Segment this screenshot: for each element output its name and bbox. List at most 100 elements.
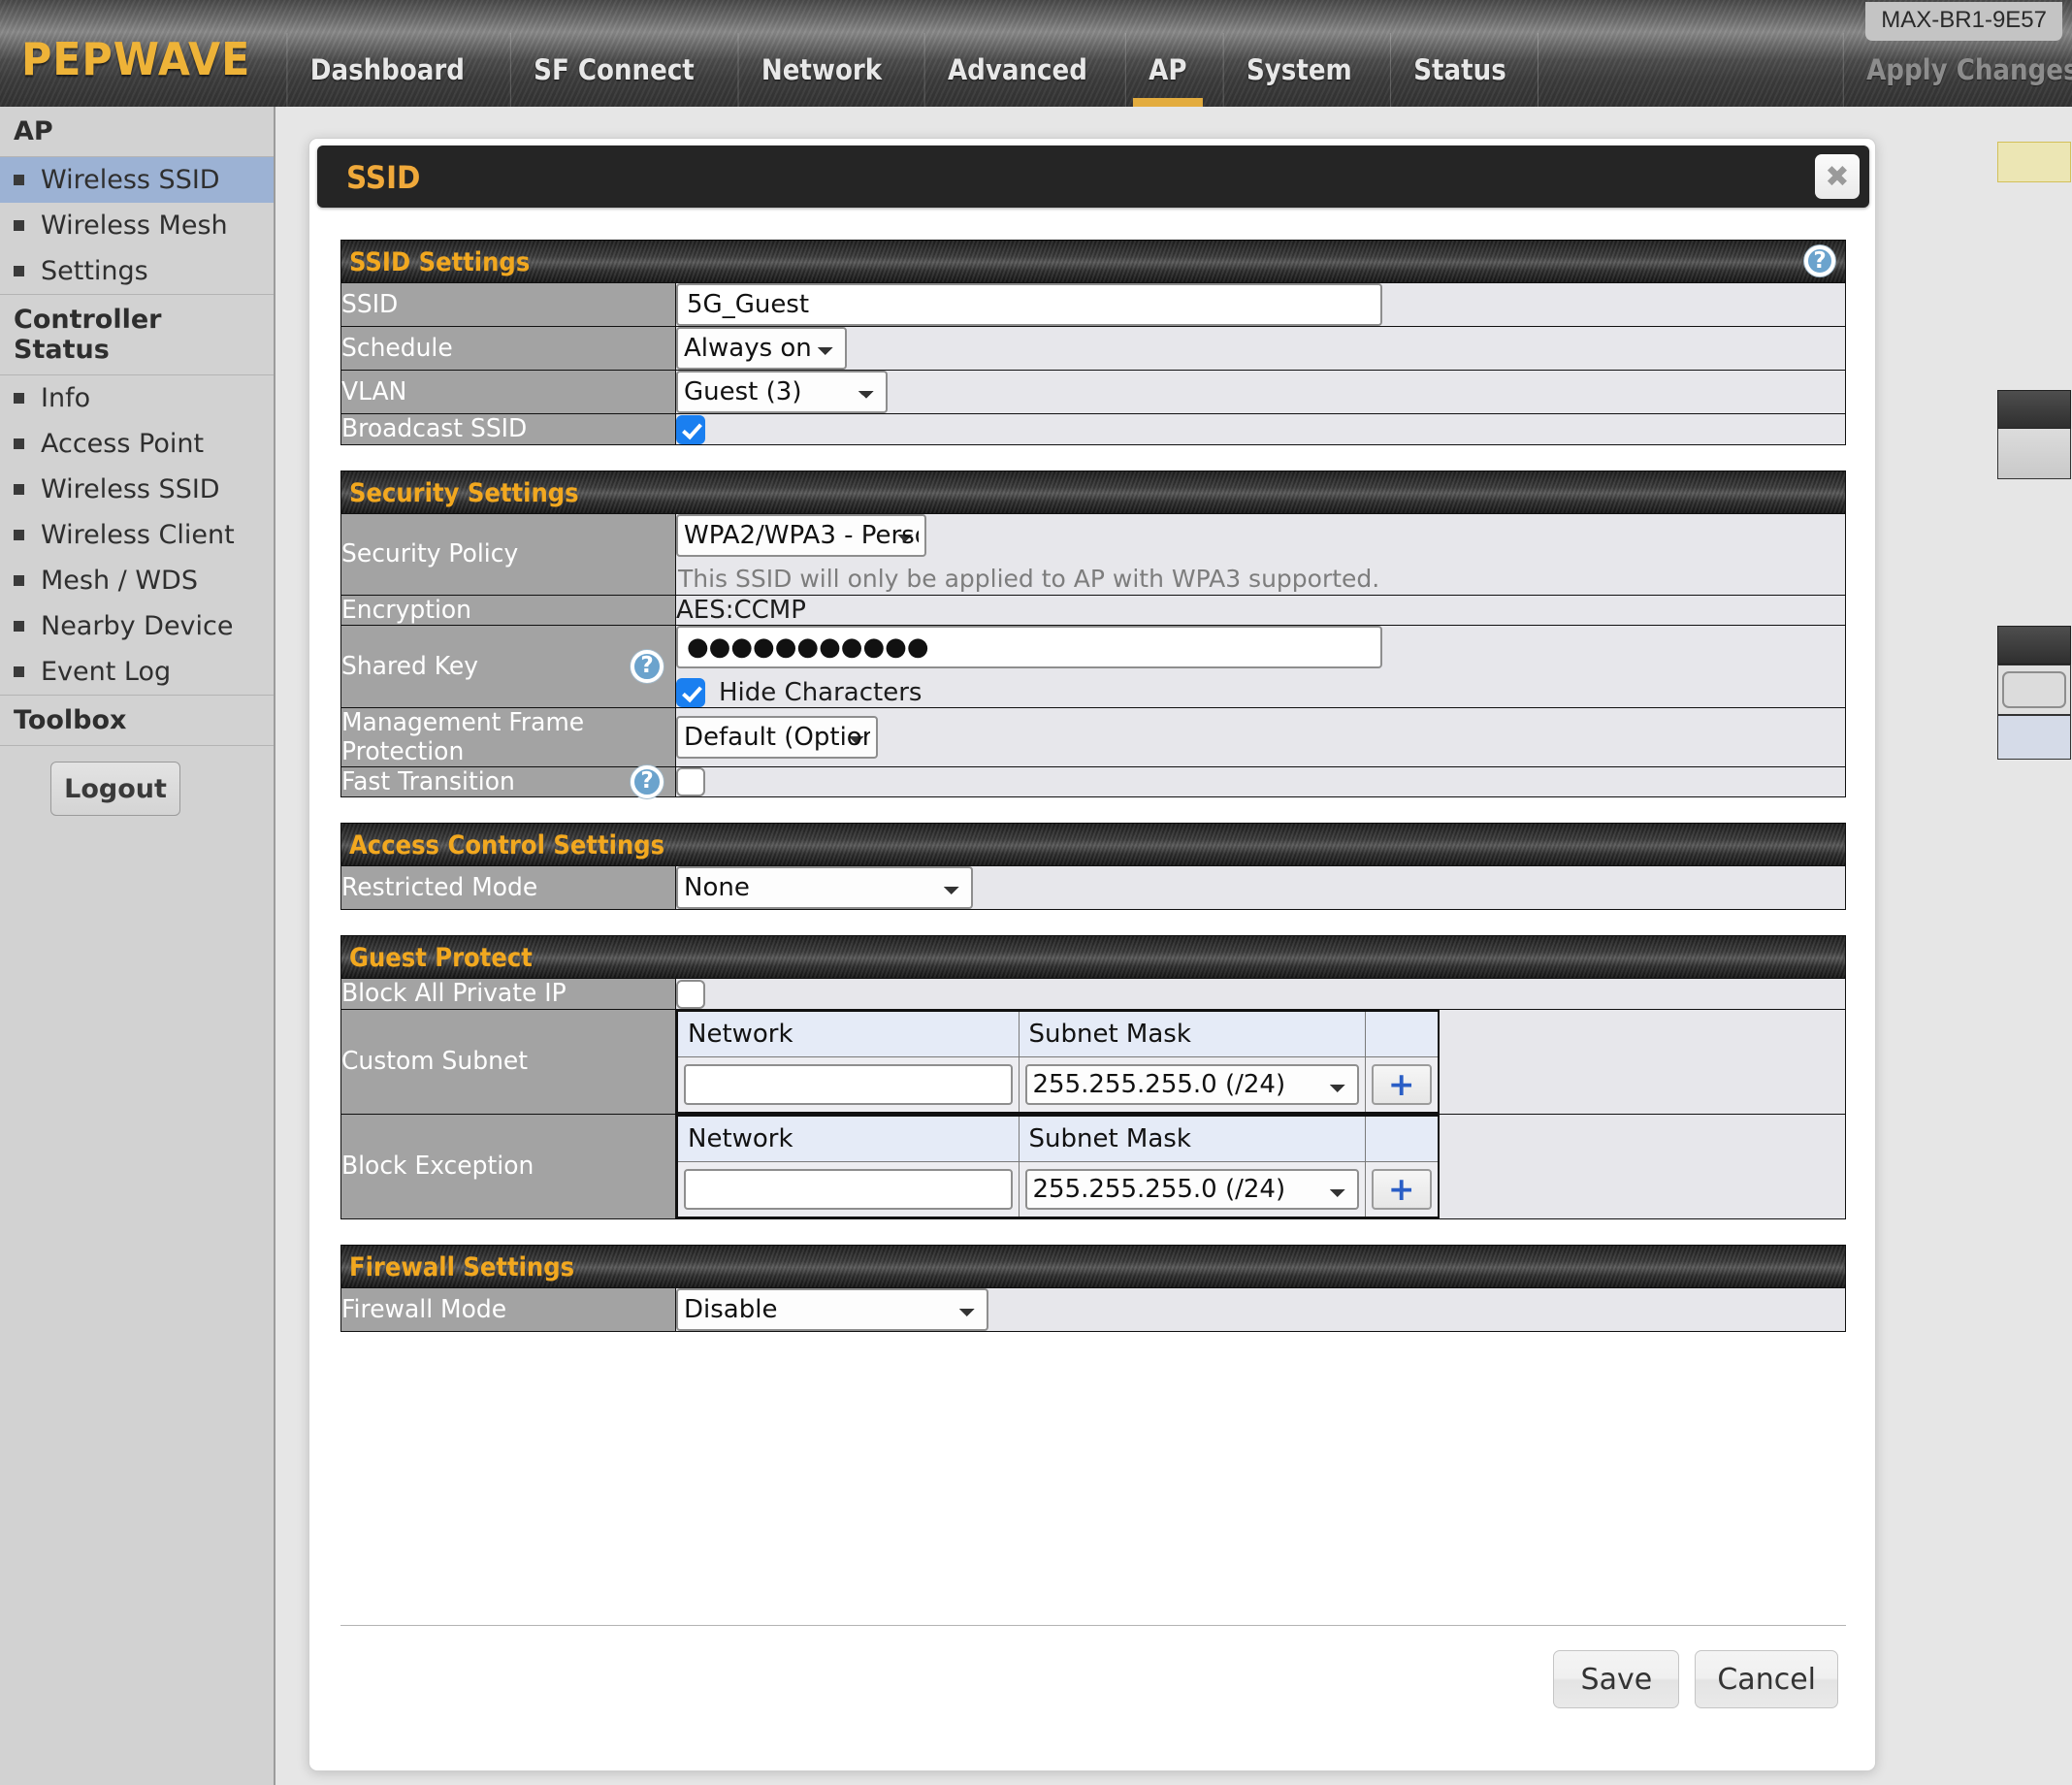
label-security-policy: Security Policy — [340, 512, 676, 595]
save-button[interactable]: Save — [1553, 1650, 1680, 1708]
sidebar-group-toolbox: Toolbox — [0, 696, 274, 746]
sidebar-item-wireless-client[interactable]: Wireless Client — [0, 512, 274, 558]
block-exception-table: Network Subnet Mask 255.255.255.0 (/24) … — [676, 1114, 1440, 1218]
modal-title-bar: SSID ✖ — [317, 146, 1869, 208]
row-firewall-mode: Firewall Mode Disable — [340, 1286, 1846, 1331]
fast-transition-checkbox[interactable] — [676, 767, 705, 796]
cancel-button[interactable]: Cancel — [1695, 1650, 1838, 1708]
label-restricted-mode: Restricted Mode — [340, 865, 676, 910]
bullet-icon — [14, 438, 24, 449]
mfp-select[interactable]: Default (Optional) — [676, 715, 878, 759]
section-header-firewall-settings: Firewall Settings — [340, 1244, 1846, 1287]
bg-warning-box — [1997, 142, 2071, 182]
tab-sf-connect[interactable]: SF Connect — [509, 33, 717, 107]
modal-body: SSID Settings ? SSID Schedule Always o — [309, 214, 1877, 1772]
bg-blue-row — [1997, 715, 2071, 760]
help-icon-shared-key[interactable]: ? — [631, 649, 664, 683]
tab-dashboard[interactable]: Dashboard — [286, 33, 487, 107]
vlan-select[interactable]: Guest (3) — [676, 371, 888, 413]
row-custom-subnet: Custom Subnet Network Subnet Mask 255.25… — [340, 1008, 1846, 1114]
guest-protect-table: Block All Private IP Custom Subnet Netwo… — [340, 978, 1846, 1219]
sidebar-item-label: Wireless SSID — [41, 474, 220, 504]
bg-section-body — [1997, 429, 2071, 479]
custom-subnet-network-input[interactable] — [684, 1063, 1013, 1105]
value-broadcast-ssid — [675, 413, 1846, 444]
help-icon-fast-transition[interactable]: ? — [631, 764, 664, 798]
bullet-icon — [14, 266, 24, 276]
restricted-mode-select[interactable]: None — [676, 866, 973, 909]
sidebar-item-label: Info — [41, 383, 91, 413]
sidebar-item-info[interactable]: Info — [0, 375, 274, 421]
block-exception-input-row: 255.255.255.0 (/24) + — [676, 1160, 1440, 1217]
block-exception-add-cell: + — [1364, 1160, 1440, 1217]
row-schedule: Schedule Always on — [340, 326, 1846, 371]
row-block-exception: Block Exception Network Subnet Mask 255.… — [340, 1113, 1846, 1218]
custom-subnet-header-row: Network Subnet Mask — [676, 1010, 1440, 1057]
block-exception-mask-select[interactable]: 255.255.255.0 (/24) — [1024, 1168, 1359, 1210]
bullet-icon — [14, 393, 24, 404]
col-network: Network — [676, 1010, 1020, 1057]
logout-container: Logout — [0, 746, 274, 816]
device-name-badge: MAX-BR1-9E57 — [1865, 2, 2062, 41]
hide-characters-checkbox[interactable] — [676, 677, 705, 707]
value-block-exception: Network Subnet Mask 255.255.255.0 (/24) … — [675, 1113, 1846, 1218]
custom-subnet-mask-select[interactable]: 255.255.255.0 (/24) — [1024, 1063, 1359, 1105]
security-policy-select[interactable]: WPA2/WPA3 - Personal — [676, 513, 926, 557]
tab-status[interactable]: Status — [1390, 33, 1529, 107]
sidebar-item-wireless-mesh[interactable]: Wireless Mesh — [0, 203, 274, 248]
value-schedule: Always on — [675, 326, 1846, 371]
close-icon[interactable]: ✖ — [1815, 154, 1860, 199]
broadcast-ssid-checkbox[interactable] — [676, 414, 705, 444]
tab-system[interactable]: System — [1222, 33, 1374, 107]
tab-network[interactable]: Network — [737, 33, 904, 107]
schedule-select[interactable]: Always on — [676, 327, 847, 370]
sidebar-item-wireless-ssid-status[interactable]: Wireless SSID — [0, 467, 274, 512]
row-vlan: VLAN Guest (3) — [340, 370, 1846, 414]
section-title: SSID Settings — [349, 247, 531, 277]
section-title: Access Control Settings — [349, 830, 665, 860]
sidebar-item-mesh-wds[interactable]: Mesh / WDS — [0, 558, 274, 603]
block-exception-network-input[interactable] — [684, 1168, 1013, 1210]
row-ssid: SSID — [340, 282, 1846, 327]
logout-button[interactable]: Logout — [50, 762, 180, 816]
sidebar-item-event-log[interactable]: Event Log — [0, 649, 274, 696]
block-all-private-ip-checkbox[interactable] — [676, 979, 705, 1009]
label-shared-key: Shared Key ? — [340, 624, 676, 707]
main-nav-tabs: Dashboard SF Connect Network Advanced AP… — [275, 33, 2072, 107]
label-encryption: Encryption — [340, 594, 676, 625]
label-block-exception: Block Exception — [340, 1113, 676, 1218]
sidebar-item-nearby-device[interactable]: Nearby Device — [0, 603, 274, 649]
tab-ap[interactable]: AP — [1124, 33, 1210, 107]
bg-button-box — [1997, 665, 2071, 715]
row-restricted-mode: Restricted Mode None — [340, 865, 1846, 910]
sidebar-item-settings[interactable]: Settings — [0, 248, 274, 295]
section-title: Security Settings — [349, 477, 579, 508]
bg-section-header — [1997, 390, 2071, 429]
col-subnet-mask: Subnet Mask — [1018, 1115, 1366, 1162]
add-custom-subnet-button[interactable]: + — [1371, 1063, 1432, 1105]
section-access-control: Access Control Settings Restricted Mode … — [340, 797, 1846, 910]
sidebar-item-access-point[interactable]: Access Point — [0, 421, 274, 467]
sidebar-item-wireless-ssid[interactable]: Wireless SSID — [0, 157, 274, 203]
section-title: Firewall Settings — [349, 1251, 575, 1282]
row-security-policy: Security Policy WPA2/WPA3 - Personal Thi… — [340, 512, 1846, 595]
add-block-exception-button[interactable]: + — [1371, 1168, 1432, 1210]
tab-advanced[interactable]: Advanced — [923, 33, 1111, 107]
value-encryption: AES:CCMP — [675, 594, 1846, 625]
label-firewall-mode: Firewall Mode — [340, 1286, 676, 1331]
custom-subnet-mask-cell: 255.255.255.0 (/24) — [1018, 1055, 1366, 1113]
help-icon-ssid-settings[interactable]: ? — [1804, 245, 1835, 276]
bg-button — [2002, 671, 2066, 708]
col-add — [1364, 1115, 1440, 1162]
custom-subnet-add-cell: + — [1364, 1055, 1440, 1113]
shared-key-input[interactable] — [676, 625, 1382, 668]
block-exception-network-cell — [676, 1160, 1020, 1217]
value-ssid — [675, 282, 1846, 327]
hide-characters-row: Hide Characters — [676, 668, 1845, 707]
apply-changes-button[interactable]: Apply Changes — [1842, 33, 2072, 107]
sidebar-item-label: Mesh / WDS — [41, 566, 198, 596]
security-policy-hint: This SSID will only be applied to AP wit… — [678, 564, 1380, 593]
bullet-icon — [14, 621, 24, 632]
ssid-input[interactable] — [676, 283, 1382, 326]
firewall-mode-select[interactable]: Disable — [676, 1287, 988, 1331]
